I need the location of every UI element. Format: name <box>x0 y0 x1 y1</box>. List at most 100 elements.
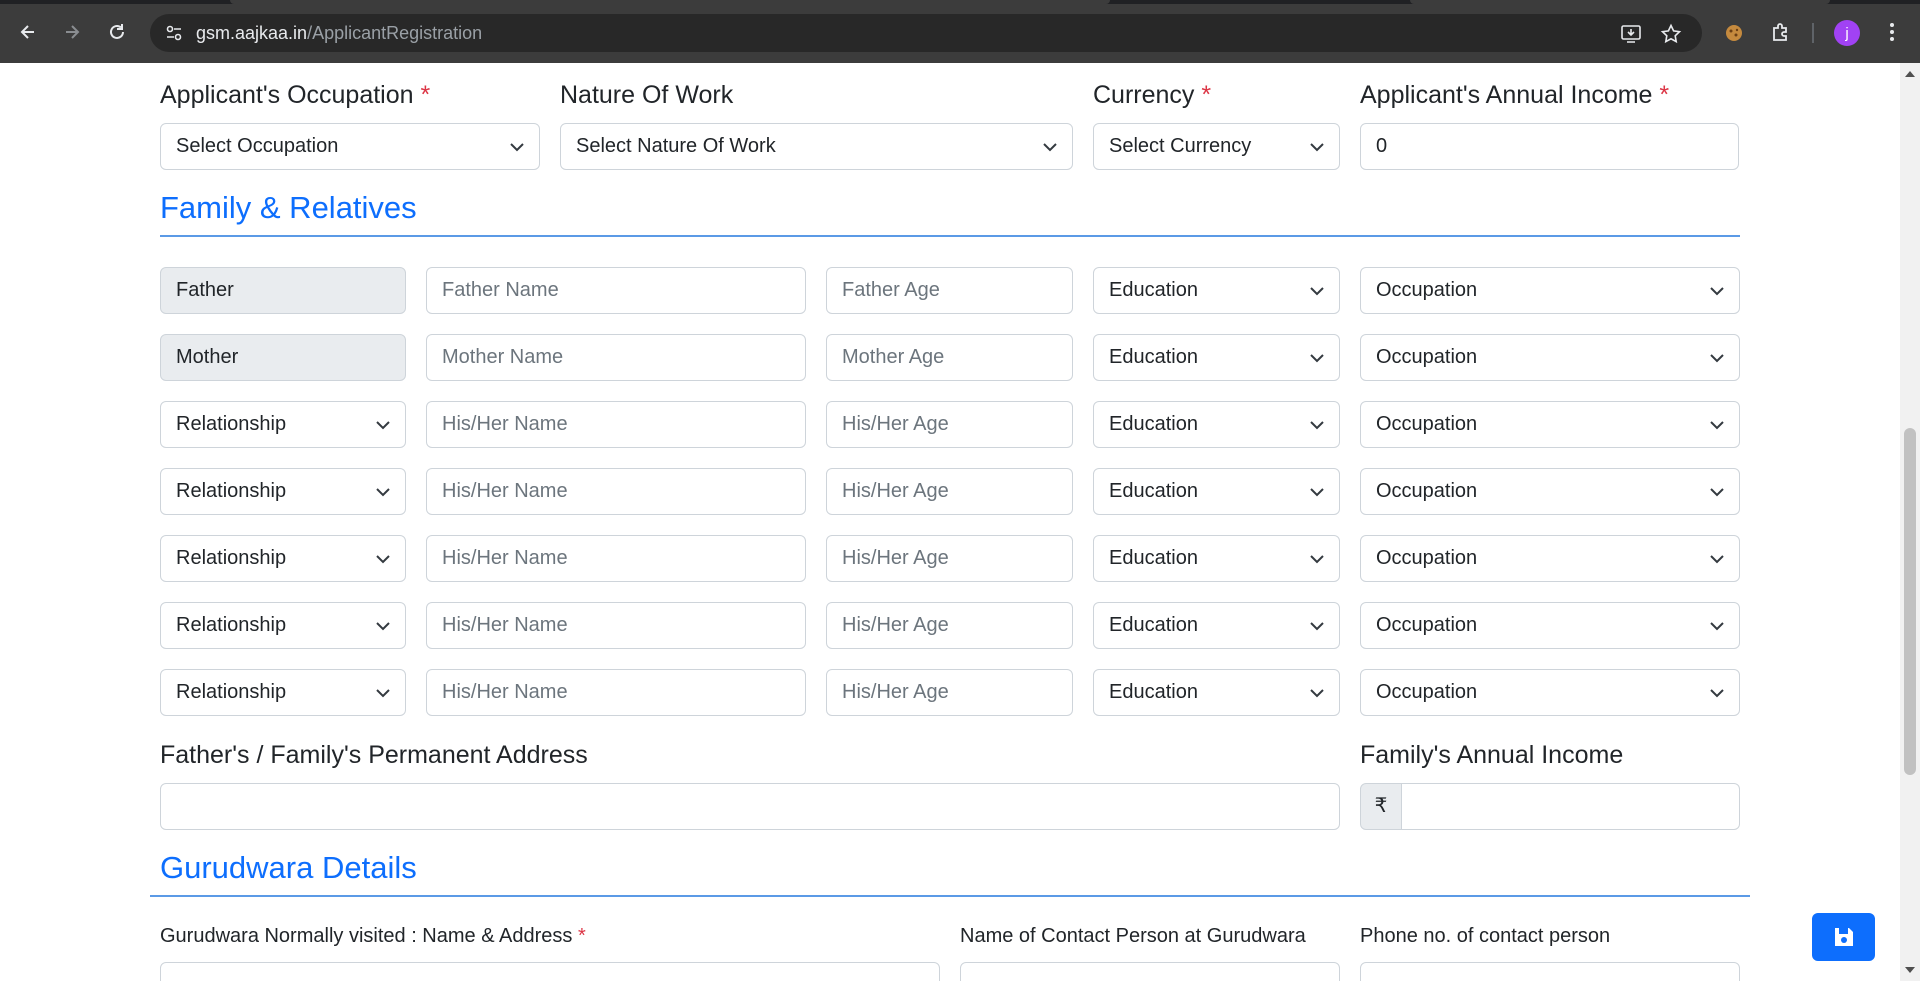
education-value: Education <box>1109 413 1198 435</box>
education-select[interactable]: Education <box>1093 602 1340 649</box>
relative-name-input[interactable]: His/Her Name <box>426 602 806 649</box>
relative-name-input[interactable]: His/Her Name <box>426 401 806 448</box>
extension-cookie-icon[interactable] <box>1722 20 1746 44</box>
chevron-down-icon <box>1310 354 1324 363</box>
scrollbar-thumb[interactable] <box>1904 428 1916 775</box>
back-icon[interactable] <box>14 18 42 46</box>
scroll-up-arrow[interactable] <box>1905 71 1915 77</box>
education-value: Education <box>1109 480 1198 502</box>
annual-income-input[interactable]: 0 <box>1360 123 1739 170</box>
education-select[interactable]: Education <box>1093 334 1340 381</box>
chevron-down-icon <box>510 143 524 152</box>
chevron-down-icon <box>1710 287 1724 296</box>
relative-occupation-select[interactable]: Occupation <box>1360 334 1740 381</box>
chevron-down-icon <box>1710 689 1724 698</box>
annual-income-label: Applicant's Annual Income * <box>1360 81 1670 109</box>
family-income-label: Family's Annual Income <box>1360 741 1624 769</box>
scroll-down-arrow[interactable] <box>1905 967 1915 973</box>
chevron-down-icon <box>1310 555 1324 564</box>
education-select[interactable]: Education <box>1093 669 1340 716</box>
relative-occupation-select[interactable]: Occupation <box>1360 602 1740 649</box>
address-bar[interactable]: gsm.aajkaa.in/ApplicantRegistration <box>150 14 1702 52</box>
relative-age-input[interactable]: Mother Age <box>826 334 1073 381</box>
relative-age-input[interactable]: His/Her Age <box>826 669 1073 716</box>
relative-age-input[interactable]: His/Her Age <box>826 468 1073 515</box>
currency-select[interactable]: Select Currency <box>1093 123 1340 170</box>
chevron-down-icon <box>376 689 390 698</box>
education-select[interactable]: Education <box>1093 468 1340 515</box>
relationship-select[interactable]: Relationship <box>160 602 406 649</box>
relationship-select[interactable]: Relationship <box>160 535 406 582</box>
page-scrollbar[interactable] <box>1900 63 1920 981</box>
relative-occupation-select[interactable]: Occupation <box>1360 535 1740 582</box>
required-mark: * <box>420 81 431 109</box>
extensions-puzzle-icon[interactable] <box>1769 20 1793 44</box>
kebab-menu-icon[interactable] <box>1880 20 1904 44</box>
relative-occupation-select[interactable]: Occupation <box>1360 267 1740 314</box>
relative-age-placeholder: His/Her Age <box>842 614 949 636</box>
reload-icon[interactable] <box>103 18 131 46</box>
relationship-select[interactable]: Relationship <box>160 468 406 515</box>
occupation-select-value: Select Occupation <box>176 135 339 157</box>
family-income-input[interactable] <box>1402 783 1740 830</box>
relative-occupation-value: Occupation <box>1376 480 1478 502</box>
profile-avatar[interactable]: j <box>1834 20 1860 46</box>
relative-age-input[interactable]: His/Her Age <box>826 401 1073 448</box>
relationship-select[interactable]: Relationship <box>160 669 406 716</box>
relative-occupation-value: Occupation <box>1376 279 1478 301</box>
family-section-title: Family & Relatives <box>160 190 417 225</box>
education-select[interactable]: Education <box>1093 401 1340 448</box>
profile-initial: j <box>1845 24 1849 42</box>
site-settings-icon[interactable] <box>164 23 184 43</box>
family-section-divider <box>160 235 1740 237</box>
relative-occupation-value: Occupation <box>1376 547 1478 569</box>
nature-of-work-select[interactable]: Select Nature Of Work <box>560 123 1073 170</box>
rupee-prefix: ₹ <box>1360 783 1402 830</box>
forward-icon[interactable] <box>58 18 86 46</box>
save-button[interactable] <box>1812 913 1875 961</box>
permanent-address-input[interactable] <box>160 783 1340 830</box>
education-value: Education <box>1109 547 1198 569</box>
chevron-down-icon <box>1710 421 1724 430</box>
url-path: /ApplicantRegistration <box>307 23 483 43</box>
relative-occupation-select[interactable]: Occupation <box>1360 401 1740 448</box>
relative-age-input[interactable]: Father Age <box>826 267 1073 314</box>
gurudwara-name-address-label: Gurudwara Normally visited : Name & Addr… <box>160 925 586 947</box>
relative-age-input[interactable]: His/Her Age <box>826 602 1073 649</box>
currency-label: Currency * <box>1093 81 1212 109</box>
contact-phone-input[interactable] <box>1360 962 1740 981</box>
chevron-down-icon <box>376 555 390 564</box>
relative-name-input[interactable]: Mother Name <box>426 334 806 381</box>
relation-value: Relationship <box>176 614 287 636</box>
relative-occupation-value: Occupation <box>1376 413 1478 435</box>
relative-name-input[interactable]: His/Her Name <box>426 669 806 716</box>
occupation-select[interactable]: Select Occupation <box>160 123 540 170</box>
chevron-down-icon <box>1310 421 1324 430</box>
education-select[interactable]: Education <box>1093 267 1340 314</box>
relative-name-input[interactable]: His/Her Name <box>426 468 806 515</box>
education-select[interactable]: Education <box>1093 535 1340 582</box>
url-text: gsm.aajkaa.in/ApplicantRegistration <box>196 23 482 43</box>
gurudwara-name-address-input[interactable] <box>160 962 940 981</box>
relative-name-input[interactable]: His/Her Name <box>426 535 806 582</box>
chevron-down-icon <box>1310 488 1324 497</box>
relationship-select[interactable]: Relationship <box>160 401 406 448</box>
bookmark-star-icon[interactable] <box>1660 23 1682 45</box>
url-host: gsm.aajkaa.in <box>196 23 308 43</box>
relative-name-input[interactable]: Father Name <box>426 267 806 314</box>
relation-readonly-field: Father <box>160 267 406 314</box>
relative-occupation-select[interactable]: Occupation <box>1360 468 1740 515</box>
relative-occupation-value: Occupation <box>1376 681 1478 703</box>
chevron-down-icon <box>376 488 390 497</box>
toolbar-divider <box>1812 23 1814 43</box>
relative-age-input[interactable]: His/Her Age <box>826 535 1073 582</box>
contact-person-input[interactable] <box>960 962 1340 981</box>
install-app-icon[interactable] <box>1620 23 1642 45</box>
relative-age-placeholder: His/Her Age <box>842 480 949 502</box>
relative-occupation-select[interactable]: Occupation <box>1360 669 1740 716</box>
relative-name-placeholder: His/Her Name <box>442 547 568 569</box>
relation-value: Relationship <box>176 480 287 502</box>
nature-of-work-value: Select Nature Of Work <box>576 135 776 157</box>
contact-person-label: Name of Contact Person at Gurudwara <box>960 925 1306 947</box>
chevron-down-icon <box>1710 622 1724 631</box>
